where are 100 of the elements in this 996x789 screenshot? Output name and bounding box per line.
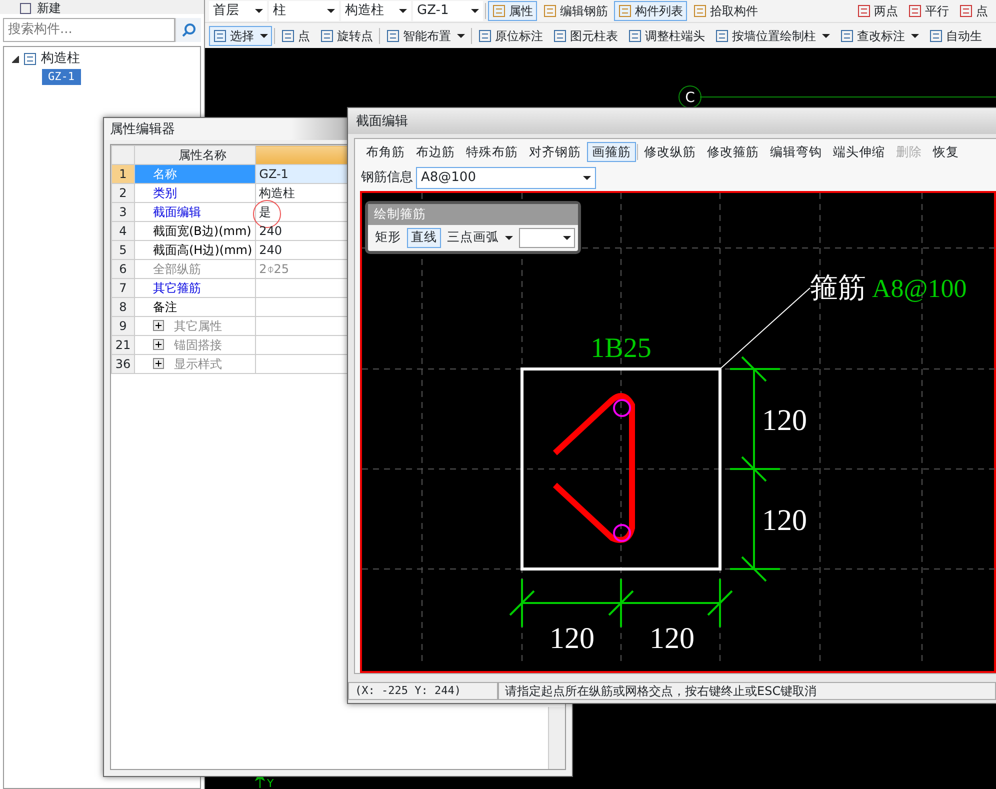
draw-mode-button[interactable]: 矩形 [371, 228, 405, 248]
toolbar-button[interactable]: 自动生 [925, 26, 986, 46]
caret-icon [471, 9, 479, 13]
tree-item[interactable]: GZ-1 [42, 68, 80, 86]
property-value: 构造柱 [259, 186, 296, 200]
row-number: 8 [112, 298, 134, 316]
tool-icon [628, 28, 642, 42]
caret-icon [327, 9, 335, 13]
section-tool-button[interactable]: 恢复 [928, 142, 964, 162]
rebar-info-combo[interactable]: A8@100 [416, 167, 596, 189]
row-number: 6 [112, 260, 134, 278]
draw-mode-button[interactable]: 三点画弧 [443, 228, 517, 248]
caret-icon [505, 236, 513, 240]
caret-icon [563, 236, 571, 240]
dimension-value: 120 [762, 404, 807, 437]
toolbar-button[interactable]: 旋转点 [316, 26, 377, 46]
property-value: GZ-1 [259, 167, 288, 181]
toolbar-button[interactable]: 两点 [853, 1, 902, 21]
toolbar-button[interactable]: 按墙位置绘制柱 [711, 26, 834, 46]
floor-selector[interactable]: 构造柱 [341, 1, 411, 21]
property-value: 是 [259, 205, 272, 219]
tool-icon [492, 4, 506, 18]
tool-icon [929, 28, 943, 42]
section-tool-button[interactable]: 修改箍筋 [702, 142, 764, 162]
rebar-marker [613, 399, 631, 417]
toolbar-button[interactable]: 构件列表 [614, 1, 687, 21]
toolbar-button[interactable]: 编辑钢筋 [539, 1, 612, 21]
search-icon [182, 23, 196, 37]
search-field[interactable]: 搜索构件... [3, 18, 175, 42]
toolbar-button[interactable]: 图元柱表 [549, 26, 622, 46]
panel-title: 绘制箍筋 [368, 204, 578, 225]
section-tool-button[interactable]: 布角筋 [361, 142, 410, 162]
section-tool-button[interactable]: 特殊布筋 [461, 142, 523, 162]
row-number: 36 [112, 354, 134, 374]
toolbar-button[interactable]: 拾取构件 [689, 1, 762, 21]
property-name: 截面高(H边)(mm) [153, 243, 252, 257]
new-icon[interactable] [20, 3, 31, 14]
property-value: 240 [259, 243, 282, 257]
rebar-marker [613, 524, 631, 542]
toolbar-button[interactable]: 智能布置 [382, 26, 469, 46]
property-name: 锚固搭接 [174, 338, 222, 352]
property-name: 截面宽(B边)(mm) [153, 224, 252, 238]
dimension-value: 120 [762, 504, 807, 537]
row-number: 21 [112, 336, 134, 354]
property-name: 备注 [153, 300, 177, 314]
tool-icon [386, 28, 400, 42]
search-button[interactable] [175, 18, 201, 42]
section-tool-button[interactable]: 编辑弯钩 [765, 142, 827, 162]
row-number: 9 [112, 316, 134, 336]
section-tool-button[interactable]: 布边筋 [411, 142, 460, 162]
mode-combo[interactable] [519, 228, 575, 248]
y-axis-label: Y [267, 777, 274, 789]
status-message: 请指定起点所在纵筋或网格交点，按右键终止或ESC键取消 [498, 682, 996, 700]
property-name: 其它属性 [174, 319, 222, 333]
property-value: 2⌽25 [259, 262, 290, 276]
draw-mode-button[interactable]: 直线 [407, 228, 441, 248]
tool-icon [693, 4, 707, 18]
scrollbar[interactable] [548, 707, 565, 769]
section-tool-button[interactable]: 画箍筋 [587, 142, 636, 162]
toolbar-button[interactable]: 调整柱端头 [624, 26, 709, 46]
expand-icon[interactable] [153, 320, 164, 331]
caret-icon [399, 9, 407, 13]
property-name: 名称 [153, 167, 177, 181]
toolbar-button[interactable]: 选择 [209, 26, 272, 46]
toolbar-button[interactable]: 点 [955, 1, 992, 21]
tool-icon [320, 28, 334, 42]
section-tool-button[interactable]: 对齐钢筋 [524, 142, 586, 162]
row-number: 1 [112, 164, 134, 184]
tree-item[interactable]: 构造柱 [41, 49, 80, 69]
tool-icon [281, 28, 295, 42]
expand-icon[interactable] [153, 339, 164, 350]
toolbar-button[interactable]: 点 [277, 26, 314, 46]
toolbar-button[interactable]: 原位标注 [474, 26, 547, 46]
expand-icon[interactable] [153, 358, 164, 369]
expand-toggle-icon[interactable] [12, 56, 19, 62]
tool-icon [715, 28, 729, 42]
new-button-label[interactable]: 新建 [37, 2, 61, 14]
dimension-value: 120 [550, 622, 594, 655]
floor-selector[interactable]: 柱 [269, 1, 339, 21]
toolbar-button[interactable]: 查改标注 [836, 26, 923, 46]
stirrup-label: 箍筋 [810, 273, 866, 304]
tool-icon [543, 4, 557, 18]
caret-icon [255, 9, 263, 13]
caret-icon [583, 176, 591, 180]
floor-selector[interactable]: 首层 [209, 1, 267, 21]
property-name: 截面编辑 [153, 205, 201, 219]
rebar-info-label: 钢筋信息 [361, 169, 413, 188]
section-tool-button[interactable]: 修改纵筋 [639, 142, 701, 162]
section-tool-button[interactable]: 端头伸缩 [828, 142, 890, 162]
row-number: 7 [112, 278, 134, 298]
rebar-label: 1B25 [590, 333, 652, 364]
window-title: 截面编辑 [348, 108, 996, 134]
property-name: 全部纵筋 [153, 262, 201, 276]
property-name: 其它箍筋 [153, 281, 201, 295]
toolbar-button[interactable]: 平行 [904, 1, 953, 21]
floor-selector[interactable]: GZ-1 [413, 1, 483, 21]
tool-icon [840, 28, 854, 42]
row-number: 2 [112, 184, 134, 202]
row-number: 5 [112, 240, 134, 260]
toolbar-button[interactable]: 属性 [488, 1, 537, 21]
